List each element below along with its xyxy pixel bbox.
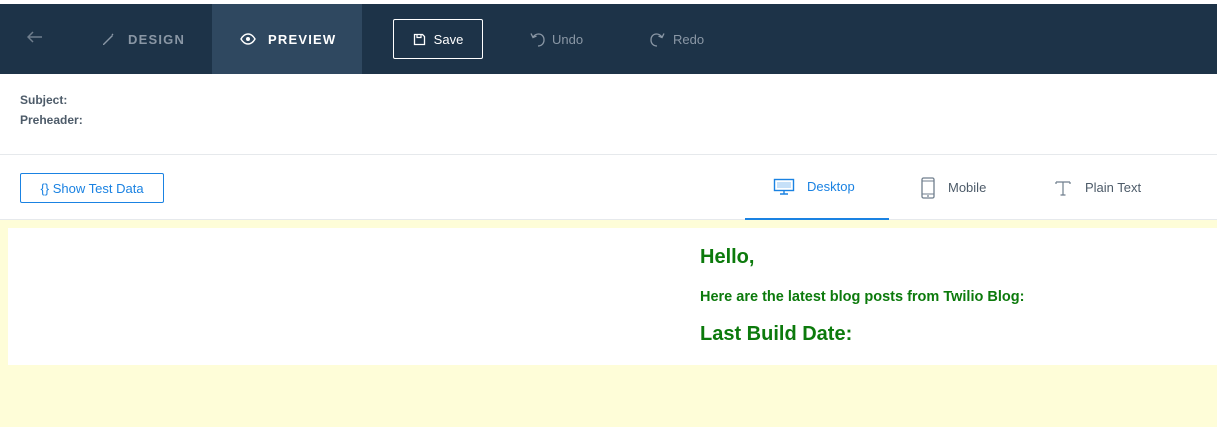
email-content-block: Hello, Here are the latest blog posts fr… — [8, 228, 1217, 365]
preheader-label: Preheader: — [20, 113, 83, 127]
save-button[interactable]: Save — [393, 19, 483, 59]
monitor-icon — [773, 178, 795, 196]
pencil-icon — [100, 31, 116, 47]
preheader-row: Preheader: — [20, 113, 87, 127]
intro-text: Here are the latest blog posts from Twil… — [700, 289, 1025, 305]
tab-preview[interactable]: PREVIEW — [212, 4, 362, 74]
tab-preview-label: PREVIEW — [268, 31, 337, 47]
redo-label: Redo — [673, 31, 705, 47]
tab-design[interactable]: DESIGN — [72, 4, 212, 74]
arrow-left-icon — [26, 30, 43, 48]
phone-icon — [920, 176, 936, 199]
undo-button[interactable]: Undo — [528, 26, 583, 52]
editor-toolbar: DESIGN PREVIEW Save Undo Redo — [0, 4, 1217, 74]
subject-label: Subject: — [20, 93, 68, 107]
greeting-heading: Hello, — [700, 246, 755, 268]
build-date-heading: Last Build Date: — [700, 323, 853, 345]
email-meta: Subject: Preheader: — [0, 74, 1217, 155]
text-icon — [1053, 179, 1073, 197]
show-test-data-button[interactable]: {} Show Test Data — [20, 173, 164, 203]
subject-row: Subject: — [20, 93, 71, 107]
eye-icon — [240, 33, 256, 45]
view-bar: {} Show Test Data Desktop Mobile Plain T… — [0, 155, 1217, 220]
tab-design-label: DESIGN — [128, 31, 186, 47]
undo-label: Undo — [552, 31, 584, 47]
tab-desktop-label: Desktop — [807, 179, 855, 194]
undo-icon — [528, 30, 546, 48]
tab-plain-text[interactable]: Plain Text — [1053, 155, 1141, 220]
save-button-label: Save — [433, 31, 464, 47]
redo-icon — [649, 30, 667, 48]
email-preview: Hello, Here are the latest blog posts fr… — [0, 220, 1217, 427]
back-button[interactable] — [20, 26, 50, 52]
tab-desktop[interactable]: Desktop — [745, 155, 889, 220]
redo-button[interactable]: Redo — [649, 26, 704, 52]
tab-mobile[interactable]: Mobile — [920, 155, 986, 220]
tab-plain-text-label: Plain Text — [1085, 180, 1142, 195]
tab-mobile-label: Mobile — [948, 180, 987, 195]
floppy-disk-icon — [413, 33, 426, 46]
